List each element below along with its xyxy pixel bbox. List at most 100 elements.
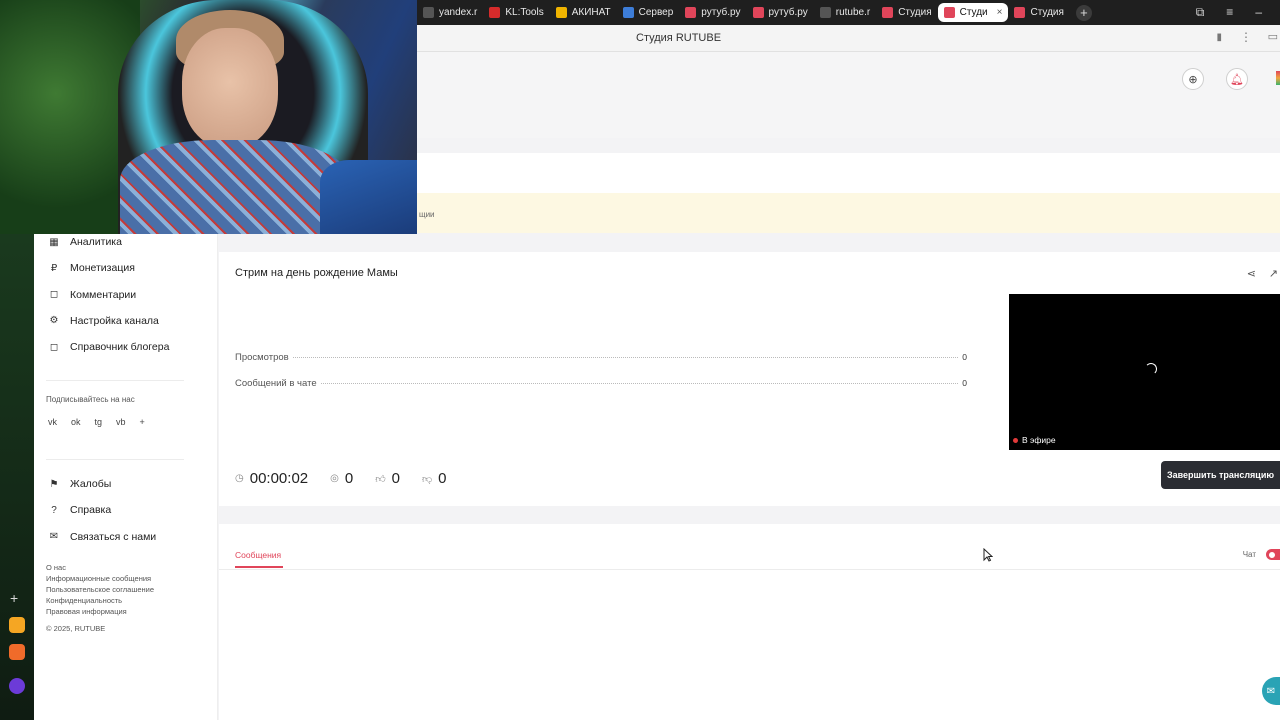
browser-tab-strip: yandex.r KL:Tools АКИНАТ Сервер рутуб.ру руту…: [417, 0, 1280, 25]
sidebar-toggle-icon[interactable]: ▭: [1268, 30, 1278, 43]
user-icon: ◎: [330, 473, 339, 484]
close-tab-icon[interactable]: ×: [997, 7, 1003, 18]
more-options-icon[interactable]: ⋮: [1240, 30, 1252, 44]
social-links: vk ok tg vb +: [48, 417, 145, 427]
dislikes: 👎︎ 0: [422, 470, 447, 487]
notifications-button[interactable]: 🔔︎: [1226, 68, 1248, 90]
sidebar-item-label: Комментарии: [70, 288, 137, 301]
clock-icon: ◷: [235, 473, 244, 484]
upload-button[interactable]: ⊕: [1182, 68, 1204, 90]
footer-link[interactable]: Пользовательское соглашение: [46, 585, 154, 594]
tab-label: rutube.r: [835, 7, 871, 18]
sidebar-item[interactable]: ◻ Справочник блогера: [48, 341, 170, 353]
viewers-value: 0: [344, 470, 354, 487]
tab-label: Студия: [898, 7, 932, 18]
mail-icon: ✉: [49, 531, 59, 543]
studio-header: ⊕ 🔔︎: [417, 52, 1280, 138]
footer-link[interactable]: Правовая информация: [46, 607, 127, 616]
add-app-icon[interactable]: +: [10, 590, 18, 606]
social-link-icon[interactable]: +: [140, 417, 145, 427]
external-link-icon[interactable]: ↗: [1269, 267, 1278, 280]
tab-label: рутуб.ру: [768, 7, 808, 18]
end-stream-button[interactable]: Завершить трансляцию: [1161, 461, 1280, 489]
sidebar-item[interactable]: ⚙ Настройка канала: [48, 315, 159, 327]
tab-search-icon[interactable]: ⧉: [1196, 5, 1205, 20]
help-icon: ?: [51, 504, 57, 516]
browser-tab[interactable]: Сервер: [617, 3, 680, 22]
stat-views: Просмотров 0: [235, 352, 967, 363]
social-link-icon[interactable]: vb: [116, 417, 126, 427]
notice-banner: щии: [417, 193, 1280, 233]
viewers: ◎ 0: [330, 470, 353, 487]
menu-icon[interactable]: ≡: [1226, 5, 1233, 20]
likes: 👍︎ 0: [375, 470, 400, 487]
app-icon-2[interactable]: [9, 644, 25, 660]
tab-favicon-icon: [882, 7, 894, 18]
tab-label: Сервер: [638, 7, 674, 18]
sidebar-item[interactable]: ⚑ Жалобы: [48, 478, 112, 490]
social-link-icon[interactable]: tg: [95, 417, 103, 427]
stream-preview[interactable]: В эфире: [1009, 294, 1280, 450]
browser-tab[interactable]: Студи ×: [937, 3, 1009, 22]
ruble-icon: ₽: [50, 262, 58, 274]
copyright: © 2025, RUTUBE: [46, 624, 106, 633]
chat-bubble-icon: ✉: [1266, 685, 1276, 697]
sidebar-item[interactable]: ✉ Связаться с нами: [48, 531, 156, 543]
stat-label: Сообщений в чате: [235, 378, 317, 389]
tab-label: Студи: [959, 7, 988, 18]
tab-label: АКИНАТ: [571, 7, 611, 18]
sidebar-item-label: Настройка канала: [70, 314, 159, 327]
browser-tab[interactable]: Студия: [1008, 3, 1069, 22]
mouse-cursor-icon: [983, 547, 994, 567]
footer-link[interactable]: О нас: [46, 563, 66, 572]
browser-tab[interactable]: rutube.r: [814, 3, 876, 22]
footer-link[interactable]: Конфиденциальность: [46, 596, 122, 605]
tab-label: рутуб.ру: [701, 7, 741, 18]
sidebar-item[interactable]: ◻ Комментарии: [48, 289, 136, 301]
browser-tab[interactable]: рутуб.ру: [747, 3, 814, 22]
app-icon-3[interactable]: [9, 678, 25, 694]
browser-title-bar: Студия RUTUBE ▮ ⋮ ▭: [417, 25, 1280, 52]
browser-tab[interactable]: KL:Tools: [483, 3, 549, 22]
footer-link[interactable]: Информационные сообщения: [46, 574, 151, 583]
bookmark-icon[interactable]: ▮: [1216, 32, 1222, 43]
gear-icon: ⚙: [49, 315, 59, 327]
sidebar-item[interactable]: ▦ Аналитика: [48, 236, 122, 248]
messages-panel: Сообщения Чат ✉: [219, 524, 1280, 720]
tab-messages[interactable]: Сообщения: [235, 550, 281, 560]
tab-favicon-icon: [943, 7, 955, 18]
share-icon[interactable]: ⋖: [1247, 267, 1256, 280]
avatar[interactable]: [1276, 71, 1280, 85]
thumbs-down-icon: 👎︎: [422, 473, 433, 485]
face: [182, 28, 278, 148]
live-badge: В эфире: [1013, 435, 1056, 445]
app-icon-1[interactable]: [9, 617, 25, 633]
support-chat-button[interactable]: ✉: [1262, 677, 1280, 705]
sidebar-divider: [46, 380, 184, 381]
dislikes-value: 0: [438, 470, 447, 487]
social-link-icon[interactable]: vk: [48, 417, 57, 427]
sidebar-item[interactable]: ? Справка: [48, 504, 111, 516]
browser-tab[interactable]: АКИНАТ: [550, 3, 617, 22]
flag-icon: ⚑: [49, 478, 59, 490]
likes-value: 0: [391, 470, 400, 487]
active-tab-indicator: [235, 566, 283, 568]
analytics-icon: ▦: [49, 236, 59, 248]
chat-toggle[interactable]: [1266, 549, 1280, 560]
new-tab-button[interactable]: +: [1075, 4, 1092, 21]
tab-label: yandex.r: [439, 7, 478, 18]
tab-list: yandex.r KL:Tools АКИНАТ Сервер рутуб.ру руту…: [417, 3, 1070, 22]
sidebar-item-label: Справка: [70, 504, 112, 517]
minimize-icon[interactable]: –: [1255, 5, 1262, 20]
stat-label: Просмотров: [235, 352, 289, 363]
sidebar-item-label: Аналитика: [70, 236, 122, 248]
sidebar-divider: [46, 459, 184, 460]
browser-tab[interactable]: Студия: [876, 3, 937, 22]
browser-tab[interactable]: yandex.r: [417, 3, 483, 22]
os-dock: +: [0, 234, 34, 720]
bell-icon: 🔔︎: [1230, 73, 1244, 86]
social-link-icon[interactable]: ok: [71, 417, 81, 427]
browser-tab[interactable]: рутуб.ру: [679, 3, 746, 22]
sidebar-item[interactable]: ₽ Монетизация: [48, 262, 135, 274]
timer-value: 00:00:02: [249, 470, 309, 487]
